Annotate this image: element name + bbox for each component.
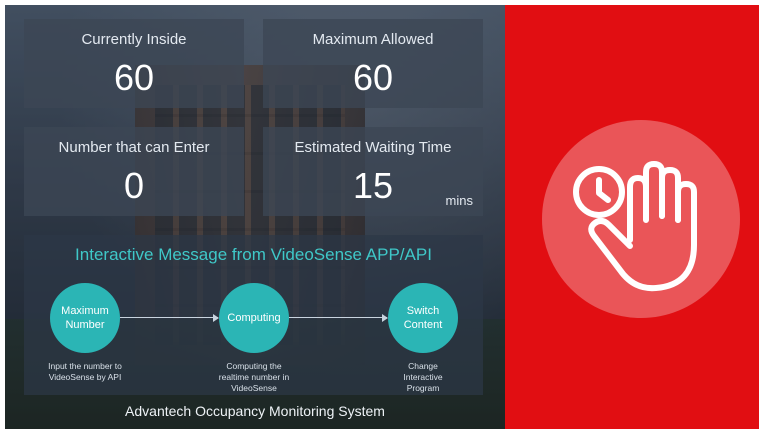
flow-step-caption: Computing the realtime number in VideoSe… bbox=[218, 361, 290, 393]
currently-inside-card: Currently Inside 60 bbox=[24, 19, 244, 108]
flow-step-label: Maximum Number bbox=[61, 305, 109, 331]
currently-inside-label: Currently Inside bbox=[81, 31, 187, 48]
interactive-message-title: Interactive Message from VideoSense APP/… bbox=[75, 245, 432, 264]
flow-step-computing: Computing bbox=[219, 283, 289, 353]
stop-hand-clock-icon bbox=[573, 161, 697, 292]
system-title: Advantech Occupancy Monitoring System bbox=[125, 403, 385, 419]
waiting-time-label: Estimated Waiting Time bbox=[294, 139, 452, 156]
alert-panel bbox=[505, 5, 759, 429]
maximum-allowed-value: 60 bbox=[352, 57, 394, 98]
can-enter-value: 0 bbox=[123, 165, 145, 206]
maximum-allowed-label: Maximum Allowed bbox=[312, 31, 434, 48]
flow-step-caption: Change Interactive Program bbox=[403, 361, 443, 393]
can-enter-label: Number that can Enter bbox=[58, 139, 210, 156]
interactive-message-box: Interactive Message from VideoSense APP/… bbox=[24, 235, 483, 395]
flow-connector bbox=[289, 317, 387, 318]
status-panel: Currently Inside 60 Maximum Allowed 60 N… bbox=[5, 5, 505, 429]
currently-inside-value: 60 bbox=[113, 57, 155, 98]
can-enter-card: Number that can Enter 0 bbox=[24, 127, 244, 216]
alert-badge bbox=[542, 120, 740, 318]
flow-step-label: Computing bbox=[227, 312, 281, 324]
maximum-allowed-card: Maximum Allowed 60 bbox=[263, 19, 483, 108]
waiting-time-card: Estimated Waiting Time 15 mins bbox=[263, 127, 483, 216]
flow-step-switch-content: Switch Content bbox=[388, 283, 458, 353]
flow-step-caption: Input the number to VideoSense by API bbox=[48, 361, 122, 382]
flow-connector bbox=[120, 317, 218, 318]
flow-step-maximum-number: Maximum Number bbox=[50, 283, 120, 353]
occupancy-display: Currently Inside 60 Maximum Allowed 60 N… bbox=[5, 5, 759, 429]
waiting-time-unit: mins bbox=[445, 193, 473, 208]
flow-step-label: Switch Content bbox=[403, 305, 443, 331]
